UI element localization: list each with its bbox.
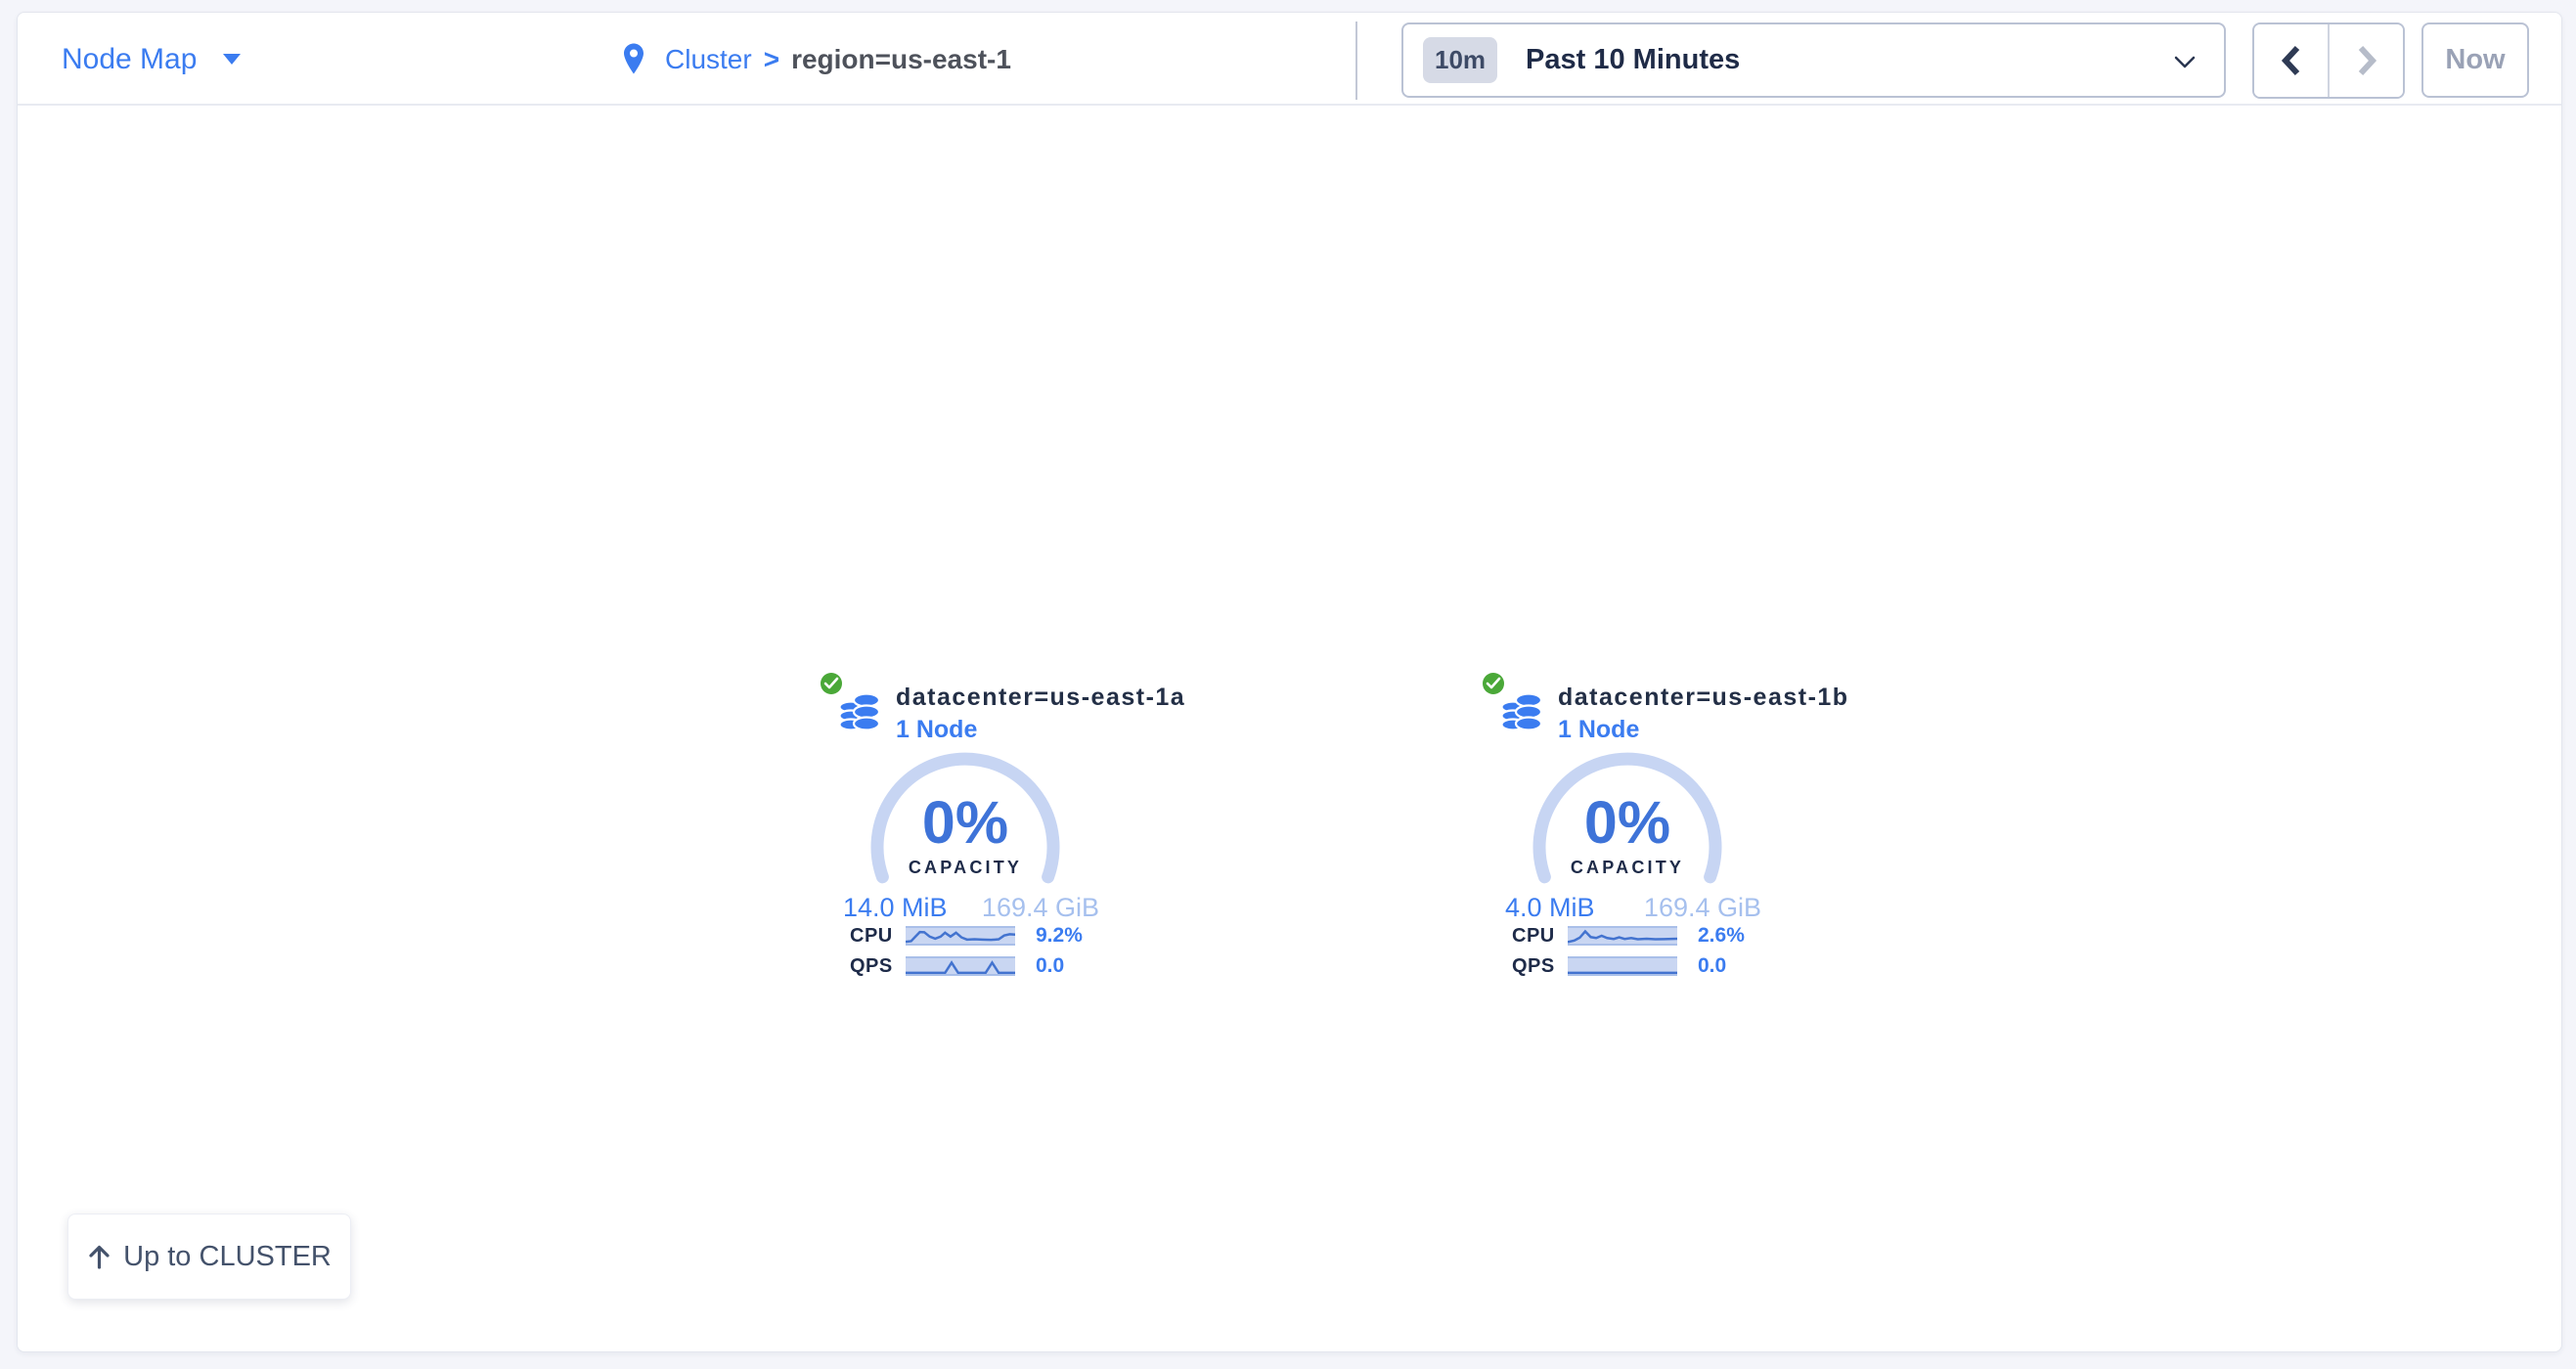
qps-label: QPS [1512, 955, 1568, 978]
up-arrow-icon [87, 1244, 111, 1269]
cpu-sparkline [906, 926, 1015, 946]
database-stack-icon [1500, 691, 1543, 736]
time-range-badge: 10m [1423, 37, 1497, 83]
time-step-buttons [2252, 22, 2405, 99]
datacenter-card-us-east-1a[interactable]: datacenter=us-east-1a 1 Node 0% CAPACITY… [821, 668, 1153, 991]
view-selector-label: Node Map [62, 43, 197, 76]
chevron-right-icon [2356, 44, 2377, 77]
cpu-label: CPU [850, 925, 906, 948]
breadcrumb-separator: > [764, 44, 779, 75]
cpu-metric-row: CPU 2.6% [1512, 925, 1805, 947]
cpu-value: 2.6% [1698, 924, 1745, 948]
cpu-value: 9.2% [1036, 924, 1083, 948]
node-map-canvas: datacenter=us-east-1a 1 Node 0% CAPACITY… [18, 108, 2561, 1351]
breadcrumb-cluster-link[interactable]: Cluster [665, 44, 752, 75]
breadcrumb-current: region=us-east-1 [791, 44, 1011, 75]
qps-label: QPS [850, 955, 906, 978]
qps-metric-row: QPS 0.0 [850, 955, 1143, 977]
up-to-cluster-button[interactable]: Up to CLUSTER [67, 1214, 351, 1300]
caret-down-icon [223, 54, 241, 65]
datacenter-title: datacenter=us-east-1b [1558, 684, 1849, 712]
view-selector-dropdown[interactable]: Node Map [62, 13, 241, 106]
capacity-caption: CAPACITY [867, 858, 1063, 878]
capacity-total: 169.4 GiB [982, 893, 1099, 923]
cpu-metric-row: CPU 9.2% [850, 925, 1143, 947]
health-check-icon [821, 673, 842, 694]
time-forward-button[interactable] [2330, 24, 2403, 97]
now-button[interactable]: Now [2421, 22, 2529, 98]
capacity-usage-row: 14.0 MiB 169.4 GiB [843, 893, 1099, 923]
cpu-label: CPU [1512, 925, 1568, 948]
up-to-cluster-label: Up to CLUSTER [123, 1241, 332, 1273]
topbar-divider [1355, 22, 1357, 100]
qps-value: 0.0 [1698, 954, 1726, 978]
capacity-usage-row: 4.0 MiB 169.4 GiB [1505, 893, 1761, 923]
main-panel: Node Map Cluster > region=us-east-1 10m … [17, 12, 2562, 1352]
database-stack-icon [838, 691, 881, 736]
qps-sparkline [1568, 956, 1677, 976]
capacity-percent: 0% [1530, 793, 1725, 853]
capacity-total: 169.4 GiB [1644, 893, 1761, 923]
health-check-icon [1483, 673, 1504, 694]
location-pin-icon [622, 42, 645, 76]
qps-value: 0.0 [1036, 954, 1064, 978]
capacity-used: 4.0 MiB [1505, 893, 1595, 923]
top-bar: Node Map Cluster > region=us-east-1 10m … [18, 13, 2561, 106]
capacity-caption: CAPACITY [1530, 858, 1725, 878]
time-back-button[interactable] [2254, 24, 2330, 97]
chevron-left-icon [2281, 44, 2302, 77]
capacity-percent: 0% [867, 793, 1063, 853]
time-range-label: Past 10 Minutes [1526, 44, 1740, 76]
chevron-down-icon [2173, 55, 2197, 69]
datacenter-card-us-east-1b[interactable]: datacenter=us-east-1b 1 Node 0% CAPACITY… [1483, 668, 1815, 991]
qps-metric-row: QPS 0.0 [1512, 955, 1805, 977]
datacenter-title: datacenter=us-east-1a [896, 684, 1185, 712]
qps-sparkline [906, 956, 1015, 976]
breadcrumb: Cluster > region=us-east-1 [622, 13, 1011, 106]
time-range-dropdown[interactable]: 10m Past 10 Minutes [1401, 22, 2226, 98]
cpu-sparkline [1568, 926, 1677, 946]
capacity-used: 14.0 MiB [843, 893, 948, 923]
